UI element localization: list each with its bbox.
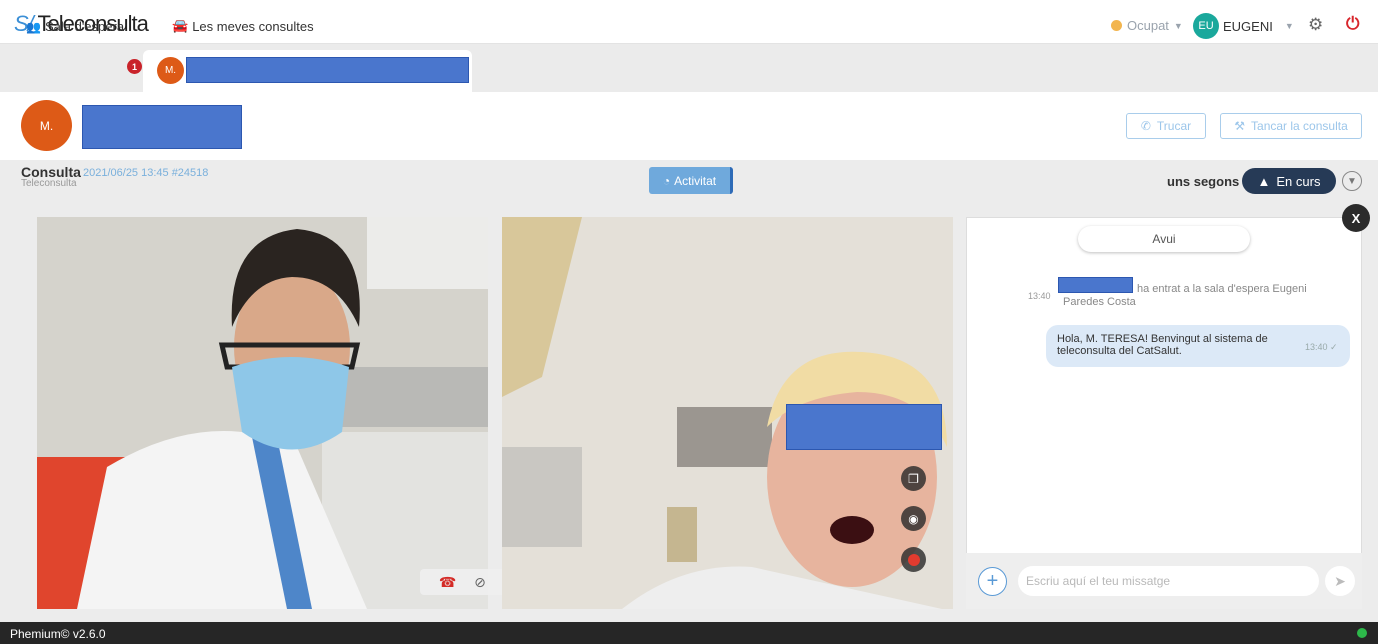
- road-icon: ▲: [1257, 173, 1271, 189]
- doctor-video-image: [37, 217, 488, 609]
- call-button[interactable]: ✆ Trucar: [1126, 113, 1206, 139]
- record-icon[interactable]: [901, 547, 926, 572]
- close-consultation-button[interactable]: ⚒ Tancar la consulta: [1220, 113, 1362, 139]
- chevron-down-icon: ▼: [1173, 20, 1183, 31]
- nav-my-consultations-label: Les meves consultes: [192, 18, 314, 34]
- system-message-text-cont: Paredes Costa: [1063, 296, 1136, 308]
- activity-button-label: Activitat: [674, 173, 717, 188]
- redacted-patient-chat-name: [1058, 277, 1133, 293]
- user-menu[interactable]: EU EUGENI ▼: [1193, 13, 1294, 39]
- user-name: EUGENI: [1223, 18, 1273, 34]
- footer: [0, 622, 1378, 644]
- chat-message-time: 13:40 ✓: [1305, 342, 1338, 352]
- tab-waiting-room-label: Sala d'espera: [44, 19, 125, 34]
- chevron-down-circle-icon[interactable]: ▼: [1342, 171, 1362, 191]
- send-icon[interactable]: ➤: [1325, 566, 1355, 596]
- consultation-meta: 2021/06/25 13:45 #24518: [83, 167, 209, 179]
- status-label: Ocupat: [1127, 18, 1169, 33]
- globe-icon[interactable]: [1357, 628, 1367, 638]
- snapshot-camera-icon[interactable]: ◉: [901, 506, 926, 531]
- hangup-icon[interactable]: ☎: [439, 574, 456, 591]
- tab-waiting-room[interactable]: 👥 Sala d'espera: [26, 19, 124, 34]
- version-label: Phemium© v2.6.0: [10, 627, 106, 641]
- day-separator: Avui: [1078, 226, 1250, 252]
- dashboard-icon: ◔: [662, 173, 671, 188]
- close-consultation-label: Tancar la consulta: [1251, 119, 1348, 133]
- local-video: [37, 217, 488, 609]
- status-pill-label: En curs: [1276, 173, 1321, 189]
- system-message-text: ha entrat a la sala d'espera Eugeni: [1137, 283, 1307, 295]
- patient-tab-avatar: M.: [157, 57, 184, 84]
- close-chat-button[interactable]: X: [1342, 204, 1370, 232]
- system-message-time: 13:40: [1028, 291, 1051, 301]
- call-button-label: Trucar: [1156, 119, 1192, 133]
- camera-off-icon[interactable]: ⊘: [474, 574, 486, 591]
- redacted-patient-fullname: [82, 105, 242, 149]
- chat-message-text: Hola, M. TERESA! Benvingut al sistema de…: [1057, 333, 1268, 357]
- power-icon[interactable]: ⏻: [1346, 14, 1359, 34]
- user-avatar: EU: [1193, 13, 1219, 39]
- car-icon: 🚘: [172, 18, 189, 33]
- status-dot-icon: [1111, 20, 1122, 31]
- redacted-patient-eyes: [786, 404, 942, 450]
- switch-camera-icon[interactable]: ❐: [901, 466, 926, 491]
- redacted-patient-name: [186, 57, 469, 83]
- gavel-icon: ⚒: [1234, 119, 1246, 133]
- users-icon: 👥: [26, 19, 41, 34]
- settings-gear-icon[interactable]: ⚙: [1308, 15, 1323, 35]
- nav-my-consultations[interactable]: 🚘 Les meves consultes: [172, 18, 314, 34]
- consultation-subtitle: Teleconsulta: [21, 178, 77, 189]
- status-pill[interactable]: ▲ En curs: [1242, 168, 1336, 194]
- attach-plus-icon[interactable]: +: [978, 567, 1007, 596]
- status-selector[interactable]: Ocupat ▼: [1111, 18, 1183, 33]
- chat-panel: [966, 217, 1362, 609]
- patient-avatar: M.: [21, 100, 72, 151]
- chat-message-input[interactable]: [1018, 566, 1319, 596]
- elapsed-time: uns segons: [1167, 174, 1240, 189]
- chevron-down-icon: ▼: [1284, 21, 1294, 31]
- waiting-count-badge: 1: [127, 59, 142, 74]
- phone-icon: ✆: [1140, 119, 1151, 133]
- activity-button[interactable]: ◔ Activitat: [649, 167, 733, 194]
